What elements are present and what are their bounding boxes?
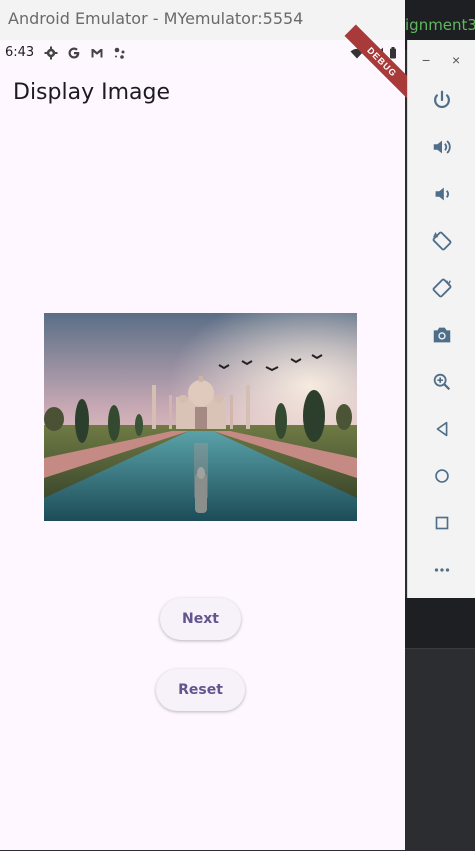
status-bar: 6:43 DEBUG	[0, 24, 420, 100]
phone-screen: 6:43 DEBUG Display Image Next Reset	[0, 24, 420, 850]
zoom-icon[interactable]	[430, 370, 454, 394]
rotate-left-icon[interactable]	[430, 229, 454, 253]
more-icon[interactable]	[430, 558, 454, 582]
gmail-icon	[91, 49, 103, 58]
reset-button[interactable]: Reset	[156, 669, 245, 711]
ide-panel	[405, 648, 475, 851]
home-icon[interactable]	[430, 464, 454, 488]
settings-icon	[44, 46, 58, 60]
emulator-window-title: Android Emulator - MYemulator:5554	[0, 0, 405, 40]
displayed-image	[44, 313, 357, 521]
volume-up-icon[interactable]	[430, 135, 454, 159]
rotate-right-icon[interactable]	[430, 276, 454, 300]
back-icon[interactable]	[430, 417, 454, 441]
camera-icon[interactable]	[430, 323, 454, 347]
page-title: Display Image	[13, 80, 170, 105]
ide-toolbar-strip	[405, 598, 475, 648]
overview-icon[interactable]	[430, 511, 454, 535]
next-button[interactable]: Next	[160, 598, 241, 640]
assistant-icon	[114, 47, 125, 59]
minimize-button[interactable]: −	[422, 52, 430, 68]
emulator-side-panel: − ×	[407, 40, 475, 598]
volume-down-icon[interactable]	[430, 182, 454, 206]
google-icon	[68, 47, 80, 59]
power-icon[interactable]	[430, 88, 454, 112]
status-time: 6:43	[5, 45, 35, 60]
close-button[interactable]: ×	[452, 52, 460, 68]
